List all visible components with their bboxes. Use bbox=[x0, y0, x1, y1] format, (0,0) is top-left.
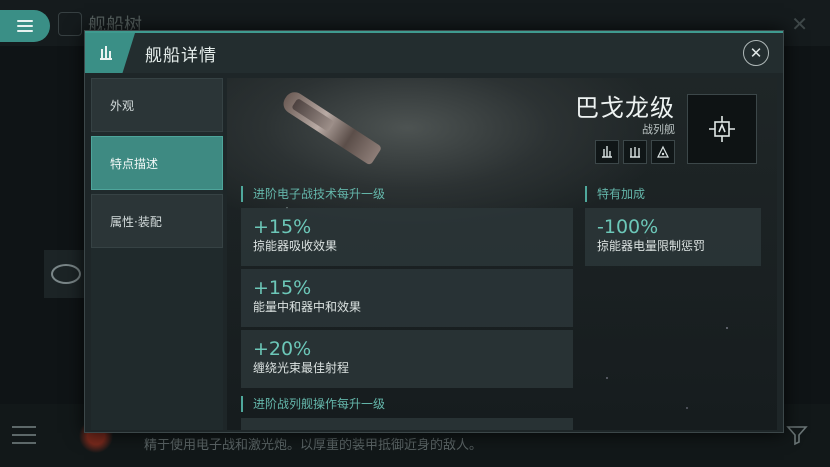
bonus-value: +15% bbox=[253, 277, 312, 299]
close-icon: ✕ bbox=[749, 43, 763, 62]
bonus-description: 能量中和器中和效果 bbox=[253, 300, 362, 314]
background-close-icon[interactable]: ✕ bbox=[791, 12, 808, 36]
section-header-special: 特有加成 bbox=[585, 186, 645, 202]
ship-hero: 巴戈龙级 战列舰 bbox=[227, 78, 777, 178]
section-header-electronic: 进阶电子战技术每升一级 bbox=[241, 186, 385, 202]
ship-tree-icon bbox=[58, 12, 82, 36]
side-nav: 外观 特点描述 属性·装配 bbox=[91, 78, 223, 430]
traits-panel[interactable]: 巴戈龙级 战列舰 进阶电子战技术每升一级 特有加成 +15% 掠能器吸收效果 +… bbox=[227, 78, 777, 430]
role-icon[interactable] bbox=[623, 140, 647, 164]
close-button[interactable]: ✕ bbox=[743, 40, 769, 66]
list-icon[interactable] bbox=[12, 426, 36, 444]
bonus-value: +20% bbox=[253, 338, 312, 360]
bonus-card: -100% 掠能器电量限制惩罚 bbox=[585, 208, 761, 266]
ship-detail-icon bbox=[85, 33, 135, 73]
bonus-card: +20% 缠绕光束最佳射程 bbox=[241, 330, 573, 388]
section-header-battleship: 进阶战列舰操作每升一级 bbox=[241, 396, 385, 412]
bonus-value: -100% bbox=[597, 216, 659, 238]
background-ship-description: 精于使用电子战和激光炮。以厚重的装甲抵御近身的敌人。 bbox=[144, 438, 483, 453]
modal-header: 舰船详情 ✕ bbox=[85, 31, 783, 73]
ship-name: 巴戈龙级 bbox=[575, 94, 675, 122]
tab-appearance[interactable]: 外观 bbox=[91, 78, 223, 132]
bonus-value: +15% bbox=[253, 216, 312, 238]
role-icons bbox=[595, 140, 675, 164]
tab-label: 属性·装配 bbox=[110, 214, 162, 229]
filter-icon[interactable] bbox=[786, 424, 808, 446]
ship-icon bbox=[51, 264, 81, 284]
bonus-description: 掠能器电量限制惩罚 bbox=[597, 239, 706, 253]
bonus-description: 掠能器吸收效果 bbox=[253, 239, 338, 253]
modal-title: 舰船详情 bbox=[145, 46, 217, 66]
ship-emblem-icon bbox=[687, 94, 757, 164]
role-icon[interactable] bbox=[595, 140, 619, 164]
bonus-card: +15% 能量中和器中和效果 bbox=[241, 269, 573, 327]
tab-label: 特点描述 bbox=[110, 156, 159, 171]
ship-detail-modal: 舰船详情 ✕ 外观 特点描述 属性·装配 巴戈龙级 战列舰 进阶电子战技术每升一… bbox=[84, 30, 784, 433]
bonus-card-partial bbox=[241, 418, 573, 430]
ship-class: 战列舰 bbox=[642, 123, 675, 136]
tab-label: 外观 bbox=[110, 98, 135, 113]
menu-button[interactable] bbox=[0, 10, 50, 42]
bonus-card: +15% 掠能器吸收效果 bbox=[241, 208, 573, 266]
menu-icon bbox=[17, 20, 33, 32]
role-icon[interactable] bbox=[651, 140, 675, 164]
tab-attributes-fitting[interactable]: 属性·装配 bbox=[91, 194, 223, 248]
bonus-description: 缠绕光束最佳射程 bbox=[253, 361, 350, 375]
tab-traits[interactable]: 特点描述 bbox=[91, 136, 223, 190]
background-ship-item[interactable] bbox=[44, 250, 88, 298]
